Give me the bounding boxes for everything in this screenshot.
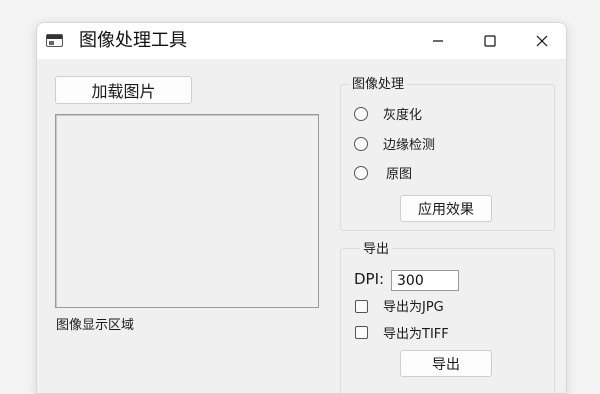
processing-group-title: 图像处理 xyxy=(349,77,408,93)
title-bar: 图像处理工具 xyxy=(37,23,566,59)
dpi-input[interactable] xyxy=(391,270,459,291)
checkbox-export-tiff-label: 导出为TIFF xyxy=(383,327,449,342)
minimize-icon xyxy=(433,40,443,42)
export-button[interactable]: 导出 xyxy=(400,350,492,377)
checkbox-export-jpg[interactable] xyxy=(355,300,368,313)
maximize-button[interactable] xyxy=(467,23,513,59)
dpi-label: DPI: xyxy=(354,270,385,288)
maximize-icon xyxy=(484,35,496,47)
app-window-icon xyxy=(46,34,63,47)
export-group-title: 导出 xyxy=(360,242,393,258)
radio-edge-detection[interactable] xyxy=(354,137,368,151)
checkbox-export-jpg-label: 导出为JPG xyxy=(383,300,444,315)
image-area-label: 图像显示区域 xyxy=(56,318,135,333)
radio-original[interactable] xyxy=(354,166,368,180)
radio-grayscale[interactable] xyxy=(354,107,368,121)
apply-effect-button[interactable]: 应用效果 xyxy=(400,195,492,222)
checkbox-export-tiff[interactable] xyxy=(355,326,368,339)
app-window: 图像处理工具 加载图片 图像显示区域 图像处理 灰度化 边缘检测 原图 应用效果 xyxy=(36,22,567,394)
image-display-area xyxy=(55,114,319,308)
minimize-button[interactable] xyxy=(415,23,461,59)
load-image-button[interactable]: 加载图片 xyxy=(55,76,192,104)
window-title: 图像处理工具 xyxy=(79,30,187,51)
close-icon xyxy=(536,35,548,47)
close-button[interactable] xyxy=(519,23,565,59)
radio-edge-detection-label: 边缘检测 xyxy=(383,138,436,153)
radio-grayscale-label: 灰度化 xyxy=(383,108,423,123)
radio-original-label: 原图 xyxy=(386,167,413,182)
